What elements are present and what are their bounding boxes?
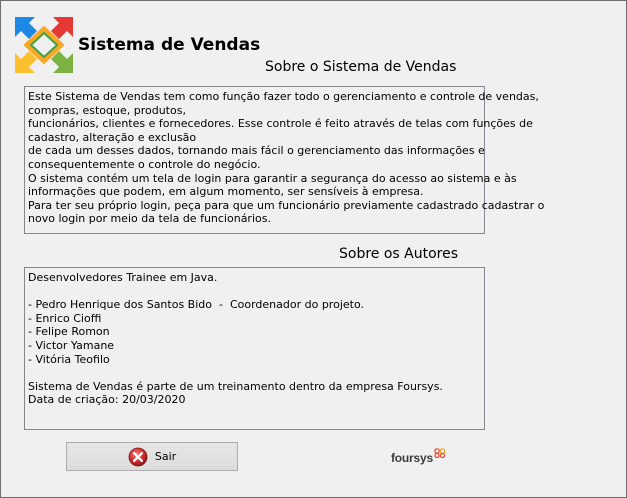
about-text-line: novo login por meio da tela de funcionár… <box>28 212 271 226</box>
red-x-circle-icon <box>128 447 148 466</box>
authors-text-line: - Vitória Teofilo <box>28 352 110 366</box>
exit-button[interactable]: Sair <box>66 442 238 471</box>
authors-section-title: Sobre os Autores <box>339 246 459 262</box>
authors-text-line: - Enrico Cioffi <box>28 311 102 325</box>
authors-text-line: - Pedro Henrique dos Santos Bido - Coord… <box>28 298 364 312</box>
authors-text-line: - Victor Yamane <box>28 338 115 352</box>
about-text-line: consequentemente o controle do negócio. <box>28 157 261 171</box>
authors-text-area[interactable]: Desenvolvedores Trainee em Java. - Pedro… <box>24 267 485 430</box>
authors-text-line: Desenvolvedores Trainee em Java. <box>28 271 218 284</box>
about-text-area[interactable]: Este Sistema de Vendas tem como função f… <box>24 86 545 234</box>
foursys-brand: foursys <box>391 447 446 467</box>
about-text-line: Este Sistema de Vendas tem como função f… <box>28 90 539 103</box>
brand-name: foursys <box>391 451 433 465</box>
about-window: Sistema de Vendas Sobre o Sistema de Ven… <box>0 0 627 498</box>
colorful-arrows-logo-icon <box>15 17 73 73</box>
authors-text-line <box>28 285 481 299</box>
authors-text-line <box>28 366 481 380</box>
about-text-line: O sistema contém um tela de login para g… <box>28 171 517 185</box>
about-text-line: de cada um desses dados, tornando mais f… <box>28 144 485 158</box>
authors-text-line: Data de criação: 20/03/2020 <box>28 393 186 407</box>
app-title: Sistema de Vendas <box>78 35 261 55</box>
about-text-line: compras, estoque, produtos, <box>28 103 186 117</box>
foursys-logo-icon <box>434 448 446 458</box>
authors-text-line: - Felipe Romon <box>28 325 110 339</box>
about-text-line: Para ter seu próprio login, peça para qu… <box>28 198 545 212</box>
about-text-line: cadastro, alteração e exclusão <box>28 130 197 144</box>
about-text-line: informações que podem, em algum momento,… <box>28 185 424 199</box>
authors-text-line: Sistema de Vendas é parte de um treiname… <box>28 379 443 393</box>
about-text-line: funcionários, clientes e fornecedores. E… <box>28 117 533 131</box>
about-section-title: Sobre o Sistema de Vendas <box>265 59 457 75</box>
exit-button-label: Sair <box>154 450 177 463</box>
